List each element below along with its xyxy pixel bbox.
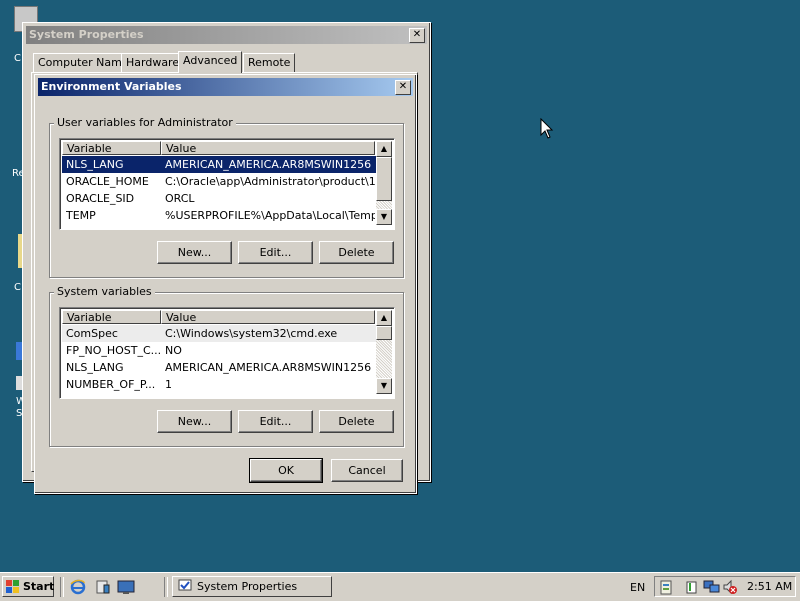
show-desktop-icon[interactable] [117,579,135,595]
user-new-button[interactable]: New... [157,241,232,264]
variable-cell: NUMBER_OF_P... [66,378,156,391]
window-title: System Properties [29,28,144,41]
table-row[interactable]: NLS_LANG AMERICAN_AMERICA.AR8MSWIN1256 [62,359,376,376]
value-cell: NO [165,344,182,357]
tray-update-icon[interactable] [685,579,699,595]
variable-cell: ORACLE_SID [66,192,135,205]
user-delete-button[interactable]: Delete [319,241,394,264]
environment-variables-titlebar[interactable]: Environment Variables ✕ [38,78,413,96]
dialog-title: Environment Variables [41,80,182,93]
user-list-scrollbar[interactable]: ▲ ▼ [376,141,392,225]
close-icon[interactable]: ✕ [395,80,411,95]
column-header-variable[interactable]: Variable [62,141,161,155]
system-edit-button[interactable]: Edit... [238,410,313,433]
column-header-value[interactable]: Value [161,141,375,155]
separator [60,577,64,597]
user-variables-group-title: User variables for Administrator [54,116,236,129]
scroll-up-icon[interactable]: ▲ [376,141,392,157]
system-properties-titlebar[interactable]: System Properties ✕ [26,26,427,44]
system-tray: 2:51 AM [654,576,796,597]
cancel-button[interactable]: Cancel [331,459,403,482]
table-row[interactable]: ComSpec C:\Windows\system32\cmd.exe [62,325,376,342]
table-row[interactable]: TEMP %USERPROFILE%\AppData\Local\Temp [62,207,376,224]
variable-cell: ComSpec [66,327,118,340]
start-label: Start [23,580,55,593]
scroll-thumb[interactable] [376,326,392,340]
environment-variables-dialog: Environment Variables ✕ User variables f… [34,74,417,494]
variable-cell: NLS_LANG [66,158,124,171]
system-list-scrollbar[interactable]: ▲ ▼ [376,310,392,394]
language-indicator[interactable]: EN [630,581,645,594]
taskbar: Start System Properties EN 2:51 AM [0,572,800,601]
tray-network-icon[interactable] [703,579,721,595]
scroll-down-icon[interactable]: ▼ [376,378,392,394]
value-cell: AMERICAN_AMERICA.AR8MSWIN1256 [165,361,372,374]
server-manager-icon[interactable] [95,579,111,595]
scroll-up-icon[interactable]: ▲ [376,310,392,326]
column-header-variable[interactable]: Variable [62,310,161,324]
user-edit-button[interactable]: Edit... [238,241,313,264]
tray-volume-icon[interactable] [722,579,738,595]
tray-clipboard-icon[interactable] [659,579,673,595]
taskbar-item-system-properties[interactable]: System Properties [172,576,332,597]
table-row[interactable]: NLS_LANG AMERICAN_AMERICA.AR8MSWIN1256 [62,156,376,173]
table-row[interactable]: FP_NO_HOST_C... NO [62,342,376,359]
start-button[interactable]: Start [2,576,54,597]
internet-explorer-icon[interactable] [70,579,86,595]
system-new-button[interactable]: New... [157,410,232,433]
user-variables-list[interactable]: Variable Value NLS_LANG AMERICAN_AMERICA… [59,138,395,230]
system-variables-group-title: System variables [54,285,155,298]
ok-button[interactable]: OK [249,458,323,483]
scroll-down-icon[interactable]: ▼ [376,209,392,225]
mouse-cursor-icon [540,118,554,139]
scroll-thumb[interactable] [376,157,392,201]
value-cell: 1 [165,378,172,391]
variable-cell: TEMP [66,209,96,222]
taskbar-item-label: System Properties [197,580,298,593]
tab-hardware[interactable]: Hardware [121,53,185,72]
system-variables-list[interactable]: Variable Value ComSpec C:\Windows\system… [59,307,395,399]
value-cell: %USERPROFILE%\AppData\Local\Temp [165,209,375,222]
tab-remote[interactable]: Remote [243,53,296,72]
desktop-icon-label: C [14,53,21,64]
desktop-icon-label: C [14,282,21,293]
separator [164,577,168,597]
clock[interactable]: 2:51 AM [747,580,792,593]
close-icon[interactable]: ✕ [409,28,425,43]
value-cell: C:\Windows\system32\cmd.exe [165,327,338,340]
table-row[interactable]: NUMBER_OF_P... 1 [62,376,376,393]
table-row[interactable]: ORACLE_SID ORCL [62,190,376,207]
windows-logo-icon [6,580,19,593]
tab-computer-name[interactable]: Computer Name [33,53,134,72]
system-properties-icon [178,579,192,591]
variable-cell: FP_NO_HOST_C... [66,344,160,357]
system-delete-button[interactable]: Delete [319,410,394,433]
value-cell: ORCL [165,192,195,205]
tab-advanced[interactable]: Advanced [178,51,243,73]
table-row[interactable]: ORACLE_HOME C:\Oracle\app\Administrator\… [62,173,376,190]
value-cell: AMERICAN_AMERICA.AR8MSWIN1256 [165,158,372,171]
value-cell: C:\Oracle\app\Administrator\product\11..… [165,175,375,188]
variable-cell: ORACLE_HOME [66,175,149,188]
column-header-value[interactable]: Value [161,310,375,324]
variable-cell: NLS_LANG [66,361,124,374]
